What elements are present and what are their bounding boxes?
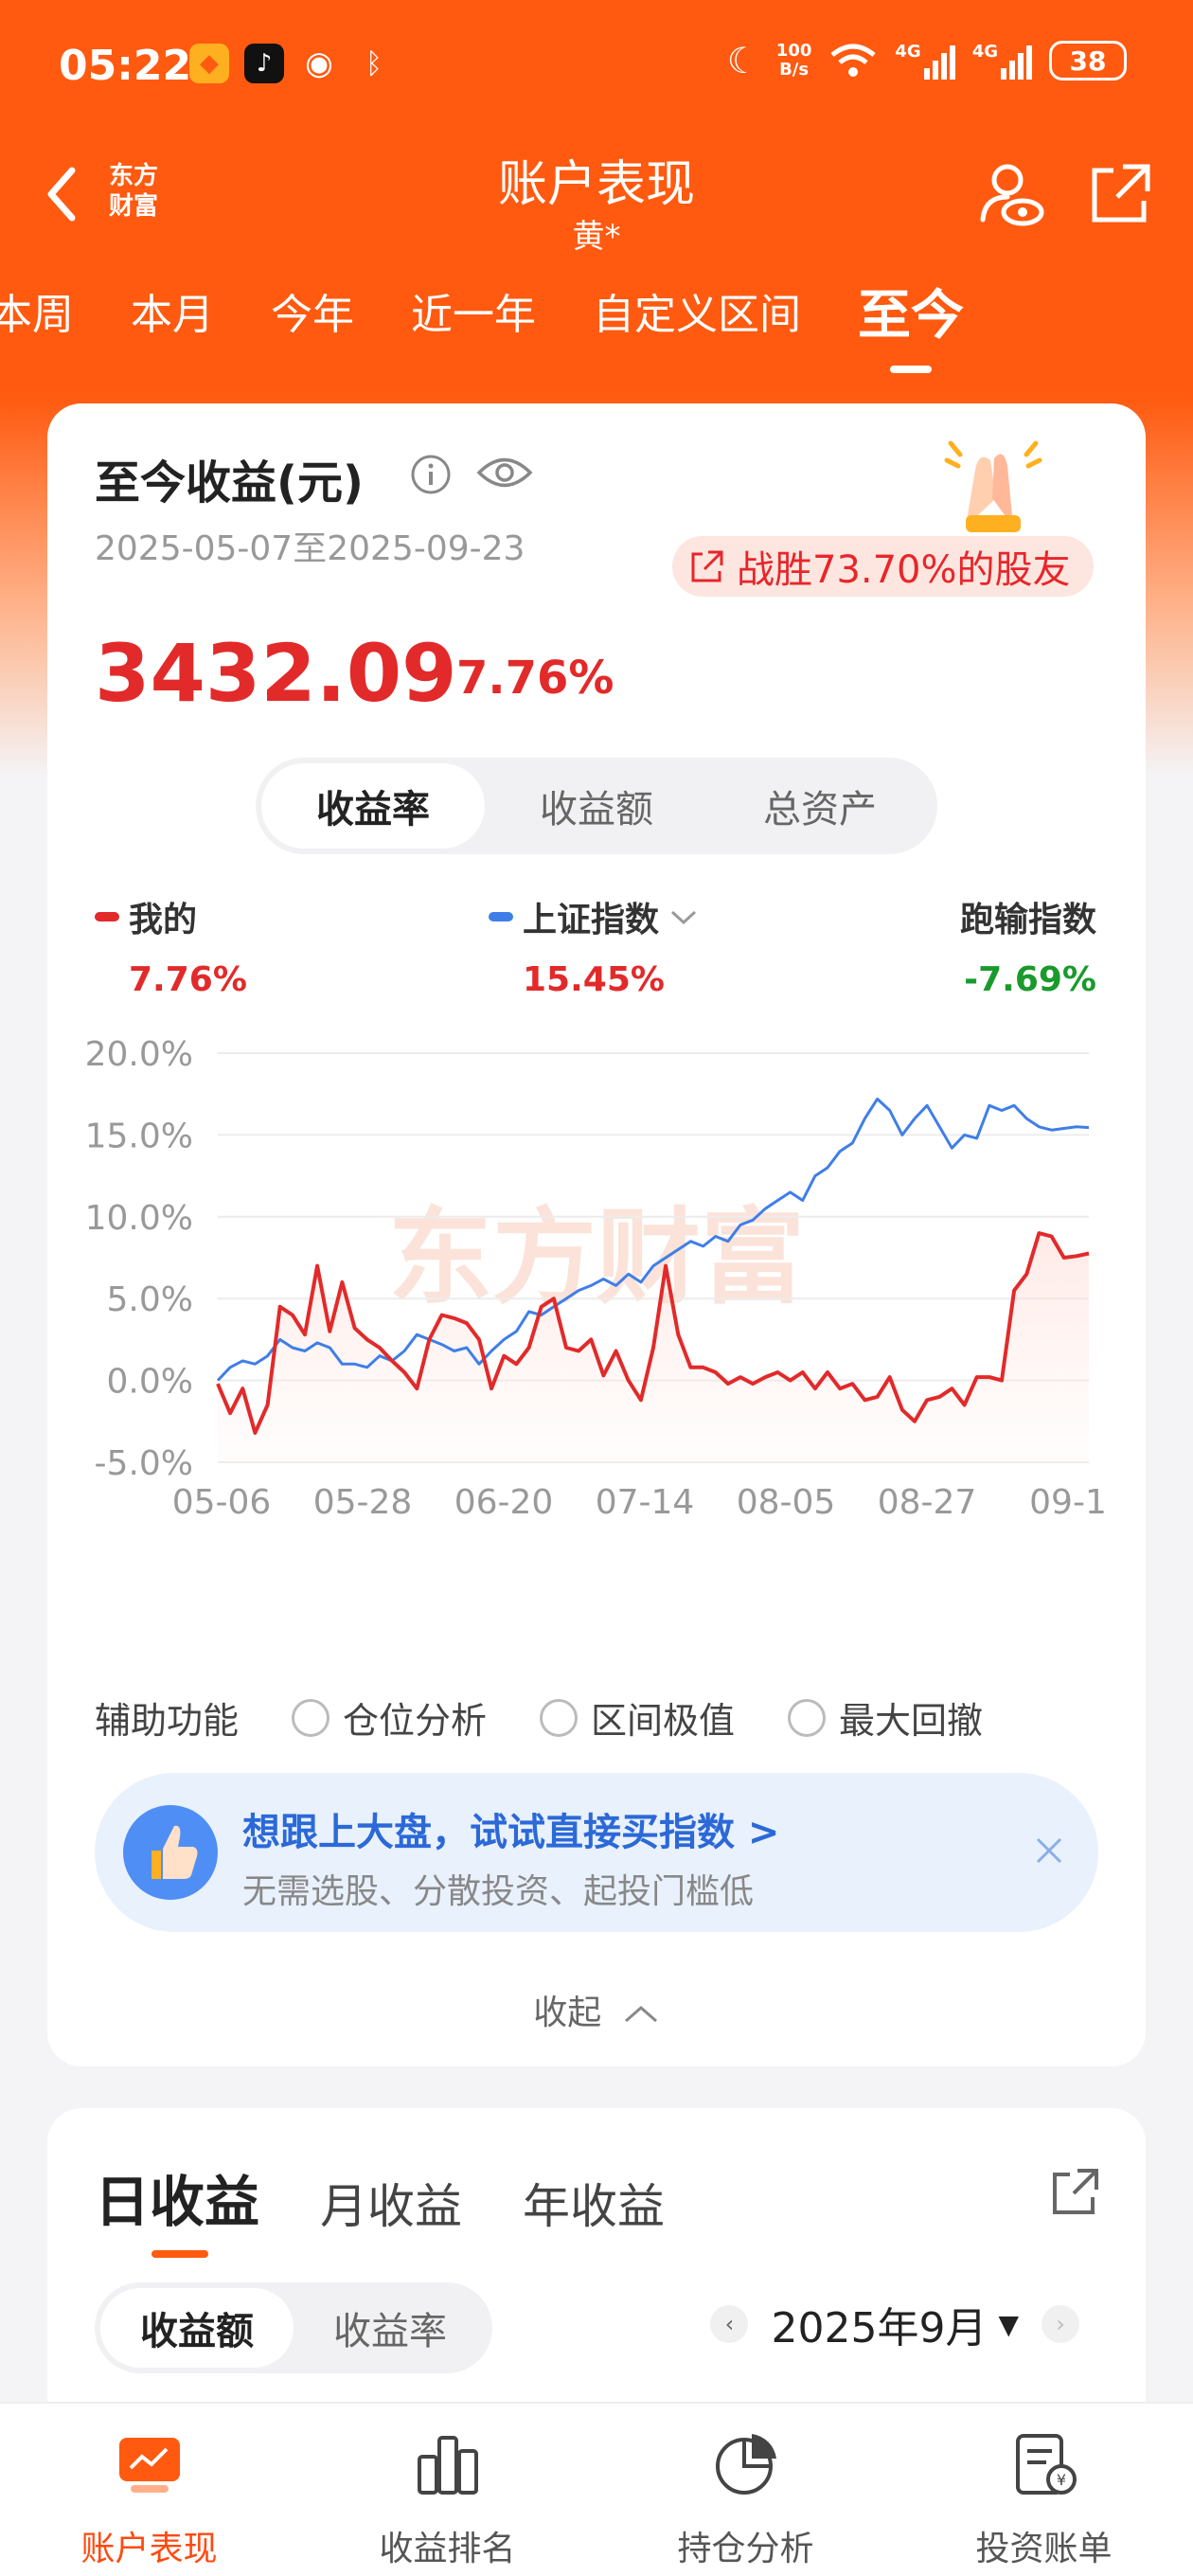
tab-to-date[interactable]: 至今 [858, 273, 964, 356]
promo-title: 想跟上大盘，试试直接买指数 > [242, 1811, 780, 1854]
bill-icon: ¥ [1015, 2434, 1077, 2495]
tab-monthly-profit[interactable]: 月收益 [320, 2169, 462, 2237]
aux-functions: 辅助功能 仓位分析 区间极值 最大回撤 [95, 1691, 983, 1744]
dropdown-caret-icon[interactable]: ▼ [998, 2309, 1019, 2340]
eye-toggle-icon[interactable] [475, 451, 534, 494]
share-badge-icon [691, 550, 723, 582]
header: 东方 财富 账户表现 黄* [0, 133, 1193, 265]
summary-title: 至今收益(元) [95, 456, 364, 510]
battery-indicator: 38 [1049, 41, 1127, 80]
max-drawdown-option[interactable]: 最大回撤 [788, 1691, 983, 1744]
clapping-hands-icon [944, 440, 1042, 532]
next-month-icon[interactable]: › [1042, 2305, 1079, 2343]
y-tick-label: 15.0% [85, 1117, 193, 1155]
wifi-icon [830, 44, 876, 77]
account-privacy-icon[interactable] [975, 157, 1047, 229]
tab-return-rate[interactable]: 收益率 [261, 763, 485, 849]
x-tick-label: 07-14 [596, 1483, 695, 1522]
legend-mine: 我的 7.76% [95, 892, 247, 999]
date-range: 2025-05-07至2025-09-23 [95, 529, 525, 568]
legend-dot-index [489, 912, 513, 921]
collapse-button[interactable]: 收起 [47, 1985, 1146, 2034]
metric-segmented-control: 收益率 收益额 总资产 [256, 758, 937, 854]
nav-profit-ranking[interactable]: 收益排名 [298, 2404, 596, 2576]
y-tick-label: -5.0% [95, 1444, 193, 1483]
daily-metric-segmented-control: 收益额 收益率 [95, 2282, 492, 2373]
tab-custom-range[interactable]: 自定义区间 [593, 280, 801, 356]
close-icon[interactable] [1030, 1832, 1068, 1869]
tab-this-year[interactable]: 今年 [271, 280, 354, 356]
profit-summary-card: 至今收益(元) 2025-05-07至2025-09-23 战胜73.70%的股… [47, 403, 1146, 2066]
svg-text:¥: ¥ [1056, 2471, 1065, 2489]
chart-watermark: 东方财富 [388, 1197, 805, 1318]
network-speed: 100 B/s [775, 41, 812, 80]
total-profit-value: 3432.09 [95, 627, 457, 720]
tiktok-icon: ♪ [244, 44, 284, 83]
promo-subtitle: 无需选股、分散投资、起投门槛低 [242, 1872, 755, 1911]
x-tick-label: 05-28 [313, 1483, 413, 1522]
aux-label: 辅助功能 [95, 1700, 240, 1742]
moon-icon: ☾ [726, 40, 759, 81]
signal-icon: 4G [895, 42, 955, 80]
x-tick-label: 08-05 [737, 1483, 836, 1522]
share-export-icon[interactable] [1085, 157, 1157, 229]
tab-this-week[interactable]: 本周 [0, 280, 74, 356]
legend-value-beat: -7.69% [964, 960, 1096, 999]
tab-this-month[interactable]: 本月 [131, 280, 214, 356]
tab-yearly-profit[interactable]: 年收益 [523, 2169, 665, 2237]
legend-value-mine: 7.76% [129, 960, 247, 999]
chevron-down-icon [671, 910, 697, 925]
status-bar: 05:22 ◆ ♪ ◉ ᛒ ☾ 100 B/s 4G 4G 38 [0, 0, 1193, 133]
month-selector: ‹ 2025年9月 ▼ › [710, 2294, 1079, 2354]
bar-ranking-icon [417, 2436, 478, 2495]
signal-icon-2: 4G [972, 42, 1032, 80]
radio-icon [788, 1698, 827, 1737]
profit-period-tabs: 日收益 月收益 年收益 [95, 2157, 665, 2258]
app-notification-icon: ◆ [189, 44, 229, 83]
eye-status-icon: ◉ [305, 45, 333, 82]
legend-value-index: 15.45% [523, 960, 665, 999]
beat-rate-badge[interactable]: 战胜73.70%的股友 [672, 536, 1094, 597]
radio-icon [292, 1698, 330, 1737]
tab-last-year[interactable]: 近一年 [411, 280, 536, 356]
y-tick-label: 0.0% [107, 1363, 193, 1402]
nav-account-performance[interactable]: 账户表现 [0, 2404, 298, 2576]
info-icon[interactable] [409, 453, 453, 496]
legend-beat: 跑输指数 -7.69% [959, 901, 1096, 999]
tab-daily-amount[interactable]: 收益额 [100, 2288, 294, 2368]
radio-icon [540, 1698, 579, 1737]
position-analysis-option[interactable]: 仓位分析 [292, 1691, 487, 1744]
share-icon[interactable] [1049, 2165, 1102, 2218]
period-tabs: 本周 本月 今年 近一年 自定义区间 至今 [0, 280, 1021, 356]
x-tick-label: 08-27 [878, 1483, 977, 1522]
prev-month-icon[interactable]: ‹ [710, 2305, 749, 2343]
legend-dot-mine [95, 912, 119, 921]
current-month[interactable]: 2025年9月 [771, 2294, 987, 2354]
chevron-up-icon [624, 2006, 657, 2023]
tab-daily-profit[interactable]: 日收益 [95, 2157, 259, 2258]
y-tick-label: 20.0% [85, 1035, 193, 1074]
return-line-chart: 东方财富 20.0% 15.0% 10.0% 5.0% 0.0% -5.0%05-06 05-… [85, 1035, 1107, 1522]
y-tick-label: 5.0% [107, 1280, 193, 1319]
index-promo-banner[interactable]: 想跟上大盘，试试直接买指数 > 无需选股、分散投资、起投门槛低 [95, 1773, 1098, 1932]
total-profit-percent: 7.76% [456, 652, 614, 705]
nav-investment-statement[interactable]: ¥ 投资账单 [895, 2404, 1193, 2576]
range-extreme-option[interactable]: 区间极值 [540, 1691, 735, 1744]
bottom-navigation: 账户表现 收益排名 持仓分析 ¥ 投资账单 [0, 2402, 1193, 2576]
x-tick-label: 09-1 [1029, 1483, 1107, 1522]
y-tick-label: 10.0% [85, 1199, 193, 1238]
nav-holdings-analysis[interactable]: 持仓分析 [596, 2404, 895, 2576]
status-time: 05:22 [59, 42, 192, 90]
tab-total-assets[interactable]: 总资产 [708, 763, 932, 849]
performance-chart-icon [118, 2438, 180, 2493]
x-tick-label: 05-06 [172, 1483, 272, 1522]
thumbs-up-icon [123, 1805, 218, 1900]
pie-chart-icon [715, 2434, 776, 2495]
tab-daily-rate[interactable]: 收益率 [294, 2288, 487, 2368]
bluetooth-icon: ᛒ [365, 46, 383, 80]
tab-return-amount[interactable]: 收益额 [485, 763, 708, 849]
legend-index[interactable]: 上证指数 15.45% [489, 892, 699, 999]
x-tick-label: 06-20 [454, 1483, 554, 1522]
